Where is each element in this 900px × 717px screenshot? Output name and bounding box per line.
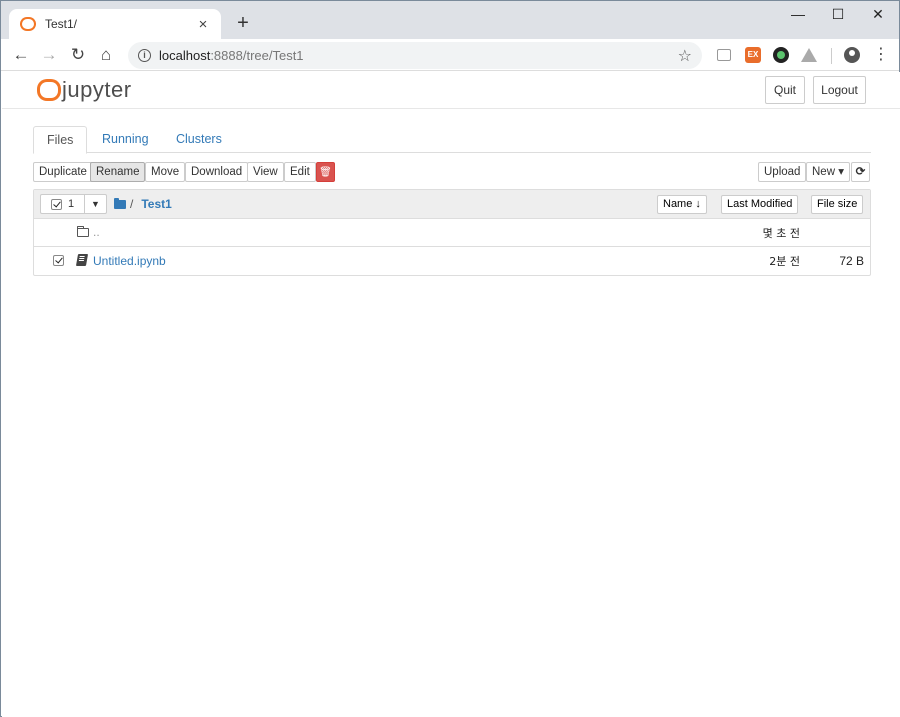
logout-button[interactable]: Logout xyxy=(813,76,866,104)
refresh-button[interactable]: ⟳ xyxy=(851,162,870,182)
jupyter-logo[interactable]: jupyter xyxy=(36,77,132,103)
home-icon[interactable]: ⌂ xyxy=(94,43,118,67)
close-window-button[interactable]: ✕ xyxy=(858,3,898,27)
browser-toolbar: ← → ↻ ⌂ i localhost :8888/tree/Test1 ☆ E… xyxy=(1,39,899,71)
sort-last-modified-button[interactable]: Last Modified xyxy=(721,195,799,214)
trash-icon: 🗑 xyxy=(319,167,332,178)
toolbar-divider xyxy=(831,48,832,64)
jupyter-logo-text: jupyter xyxy=(62,77,132,102)
checkbox-icon xyxy=(51,198,62,210)
drive-extension-icon[interactable] xyxy=(801,48,817,62)
jupyter-page: jupyter Quit Logout Files Running Cluste… xyxy=(2,72,900,717)
maximize-button[interactable]: ☐ xyxy=(818,3,858,27)
list-item[interactable]: .. 몇 초 전 xyxy=(34,219,870,247)
minimize-button[interactable]: — xyxy=(778,3,818,27)
tab-title: Test1/ xyxy=(45,17,78,31)
item-checkbox[interactable] xyxy=(53,255,70,269)
jupyter-header: jupyter Quit Logout xyxy=(2,72,900,109)
select-all-checkbox[interactable]: 1 xyxy=(41,195,85,213)
bookmark-star-icon[interactable]: ☆ xyxy=(678,46,692,66)
file-list-header: 1 ▼ / Test1 Name ↓ Last Modified File si… xyxy=(34,190,870,219)
reload-icon[interactable]: ↻ xyxy=(66,43,90,67)
account-icon[interactable] xyxy=(844,47,860,63)
tab-running[interactable]: Running xyxy=(89,126,162,153)
last-modified: 2분 전 xyxy=(769,255,800,268)
address-bar[interactable]: i localhost :8888/tree/Test1 ☆ xyxy=(128,42,702,69)
select-all-group[interactable]: 1 ▼ xyxy=(40,194,107,214)
sort-file-size-button[interactable]: File size xyxy=(811,195,864,214)
new-tab-button[interactable]: + xyxy=(233,12,253,34)
notebook-icon xyxy=(75,254,89,266)
tab-strip: Test1/ × + — ☐ ✕ xyxy=(1,1,899,39)
download-button[interactable]: Download xyxy=(185,162,249,182)
url-path: :8888/tree/Test1 xyxy=(210,48,304,63)
rename-button[interactable]: Rename xyxy=(90,162,146,182)
selected-count: 1 xyxy=(68,198,75,210)
jupyter-logo-icon xyxy=(36,78,61,102)
browser-tab[interactable]: Test1/ × xyxy=(9,9,221,39)
browser-window: Test1/ × + — ☐ ✕ ← → ↻ ⌂ i localhost :88… xyxy=(0,0,900,717)
sort-name-button[interactable]: Name ↓ xyxy=(657,195,707,214)
duplicate-button[interactable]: Duplicate xyxy=(33,162,93,182)
tab-files[interactable]: Files xyxy=(33,126,88,154)
folder-outline-icon xyxy=(77,226,89,237)
last-modified: 몇 초 전 xyxy=(762,227,800,240)
view-button[interactable]: View xyxy=(247,162,284,182)
delete-button[interactable]: 🗑 xyxy=(316,162,335,182)
checkbox-icon xyxy=(53,255,64,266)
file-size: 72 B xyxy=(839,254,864,268)
tab-extension-icon[interactable] xyxy=(717,49,731,61)
notebook-link[interactable]: Untitled.ipynb xyxy=(93,254,166,268)
list-item[interactable]: Untitled.ipynb 2분 전 72 B xyxy=(34,247,870,275)
ex-extension-icon[interactable]: EX xyxy=(745,47,761,63)
file-list: 1 ▼ / Test1 Name ↓ Last Modified File si… xyxy=(33,189,871,276)
new-dropdown-button[interactable]: New ▾ xyxy=(806,162,850,182)
parent-folder-link[interactable]: .. xyxy=(93,225,100,239)
tab-close-icon[interactable]: × xyxy=(195,16,211,33)
select-dropdown-caret-icon[interactable]: ▼ xyxy=(85,195,106,213)
breadcrumb: / Test1 xyxy=(114,197,172,211)
quit-button[interactable]: Quit xyxy=(765,76,805,104)
breadcrumb-separator: / xyxy=(130,197,134,211)
site-info-icon[interactable]: i xyxy=(138,49,151,62)
edit-button[interactable]: Edit xyxy=(284,162,316,182)
forward-icon[interactable]: → xyxy=(37,43,61,67)
refresh-icon: ⟳ xyxy=(855,166,866,178)
breadcrumb-folder-link[interactable]: Test1 xyxy=(141,197,171,211)
folder-icon[interactable] xyxy=(114,197,126,209)
browser-menu-icon[interactable]: ⋮ xyxy=(873,43,889,67)
dashboard-tabs: Files Running Clusters xyxy=(33,126,871,154)
back-icon[interactable]: ← xyxy=(9,43,33,67)
tab-clusters[interactable]: Clusters xyxy=(163,126,235,153)
url-host: localhost xyxy=(159,48,211,63)
camera-extension-icon[interactable] xyxy=(773,47,789,63)
move-button[interactable]: Move xyxy=(145,162,186,182)
upload-button[interactable]: Upload xyxy=(758,162,807,182)
jupyter-favicon-icon xyxy=(19,17,36,31)
